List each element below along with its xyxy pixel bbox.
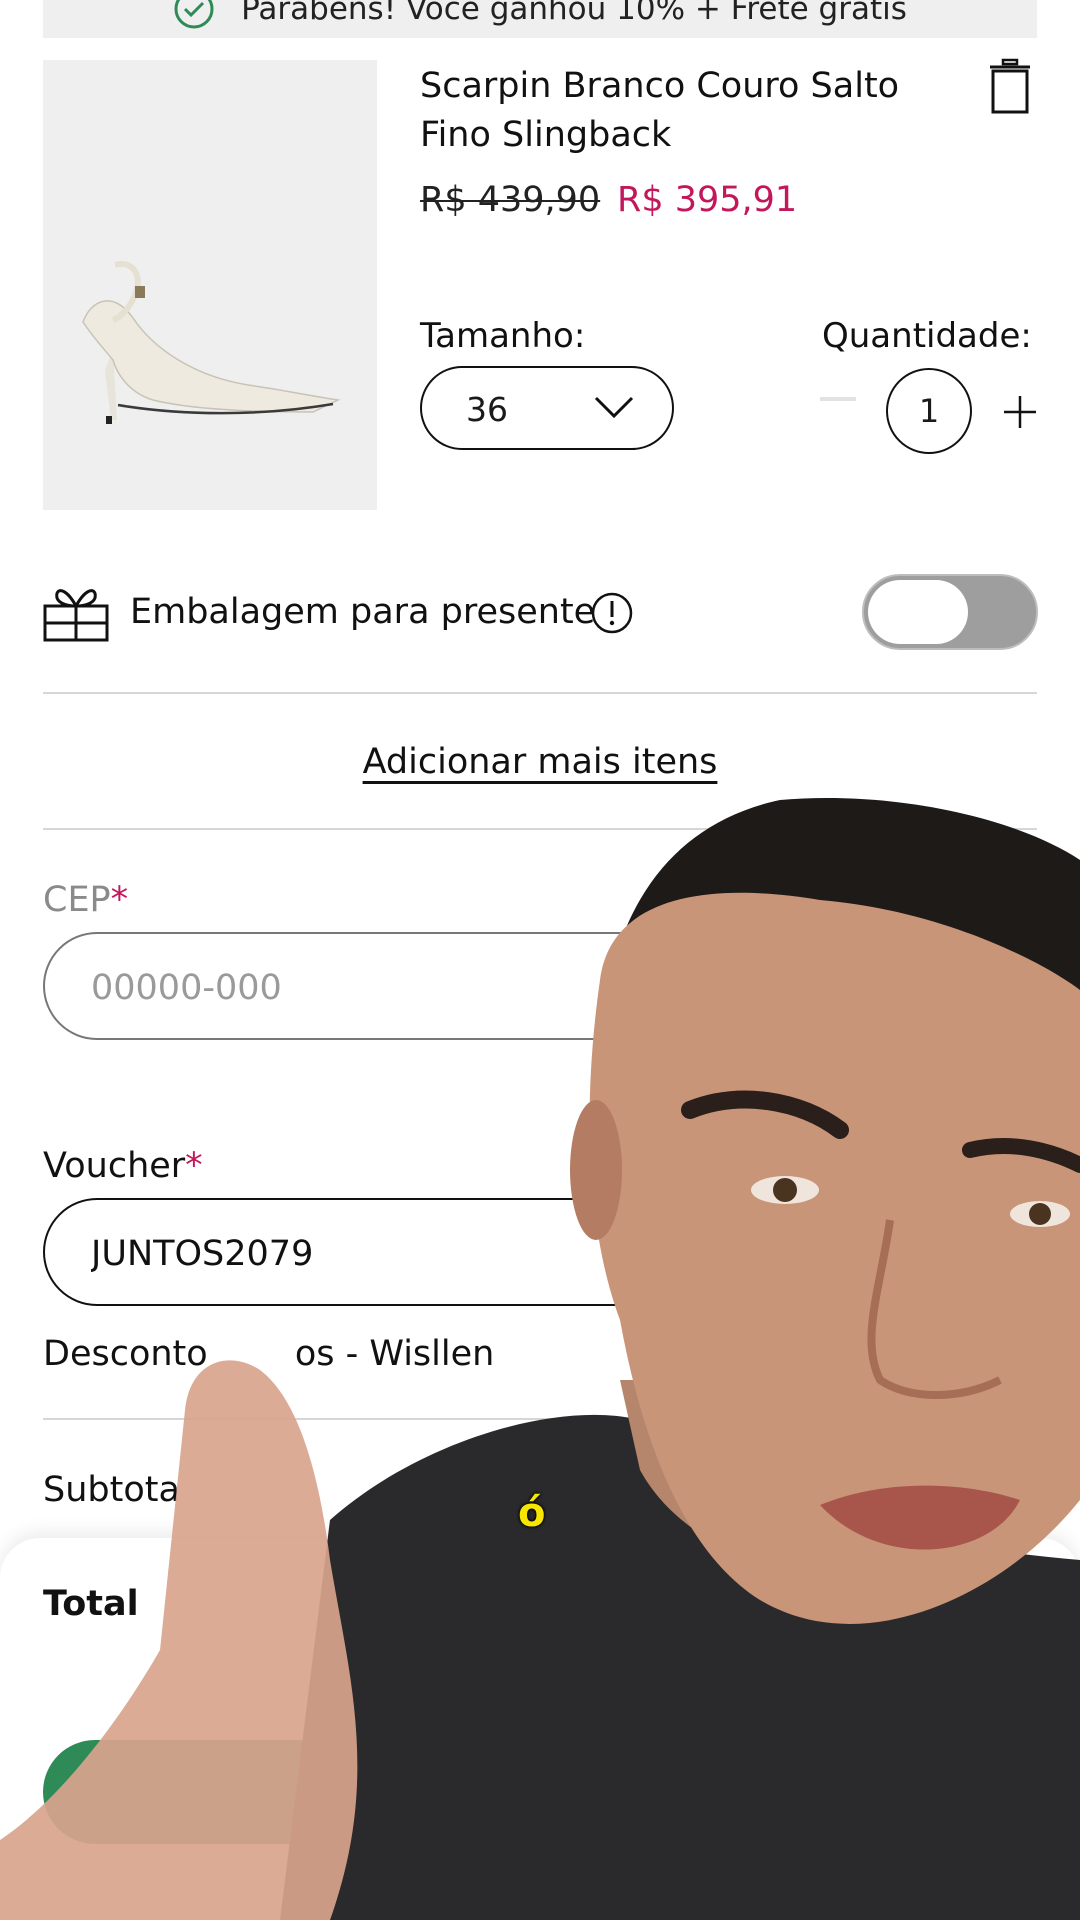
total-label: Total — [43, 1584, 139, 1624]
voucher-description: Desconto os - Wisllen — [43, 1334, 494, 1374]
quantity-label: Quantidade: — [822, 316, 1032, 356]
toggle-knob — [868, 580, 968, 644]
size-value: 36 — [466, 390, 508, 429]
cep-label: CEP* — [43, 880, 128, 920]
promo-banner: Parabéns! Você ganhou 10% + Frete grátis — [43, 0, 1037, 38]
video-caption: ó — [518, 1490, 546, 1536]
product-image[interactable] — [43, 60, 377, 510]
gift-wrap-toggle[interactable] — [862, 574, 1038, 650]
required-mark: * — [185, 1146, 203, 1186]
gift-icon — [43, 589, 109, 642]
add-more-items-link[interactable]: Adicionar mais itens — [0, 742, 1080, 782]
remove-item-button[interactable] — [988, 58, 1032, 114]
cep-input[interactable] — [89, 958, 973, 1018]
increase-quantity-button[interactable] — [1000, 392, 1040, 432]
chevron-down-icon — [594, 396, 634, 419]
gift-wrap-label: Embalagem para presente — [130, 592, 596, 632]
voucher-description-text: Desconto — [43, 1334, 219, 1374]
checkout-button[interactable] — [43, 1740, 1037, 1844]
trash-icon — [990, 58, 1030, 114]
cep-field[interactable] — [43, 932, 1037, 1040]
quantity-value: 1 — [886, 368, 972, 454]
divider — [43, 828, 1037, 830]
decrease-quantity-button[interactable] — [820, 397, 856, 401]
voucher-label: Voucher* — [43, 1146, 203, 1186]
original-price: R$ 439,90 — [420, 180, 601, 220]
subtotal-label: Subtota — [43, 1470, 180, 1510]
required-mark: * — [110, 880, 129, 920]
divider — [43, 692, 1037, 694]
discounted-price: R$ 395,91 — [617, 180, 798, 220]
cep-label-text: CEP — [43, 880, 111, 920]
divider — [43, 1418, 1037, 1420]
product-title: Scarpin Branco Couro Salto Fino Slingbac… — [420, 66, 900, 155]
check-circle-icon — [174, 0, 214, 29]
promo-banner-text: Parabéns! Você ganhou 10% + Frete grátis — [241, 0, 907, 27]
voucher-input[interactable] — [89, 1224, 973, 1284]
voucher-field[interactable] — [43, 1198, 1037, 1306]
total-panel — [0, 1538, 1080, 1920]
info-icon[interactable] — [590, 591, 634, 635]
shoe-image — [82, 261, 341, 424]
voucher-label-text: Voucher — [43, 1146, 186, 1186]
voucher-description-tail: os - Wisllen — [294, 1334, 495, 1374]
plus-icon — [1004, 396, 1036, 428]
size-label: Tamanho: — [420, 316, 586, 356]
size-select[interactable]: 36 — [420, 366, 674, 450]
